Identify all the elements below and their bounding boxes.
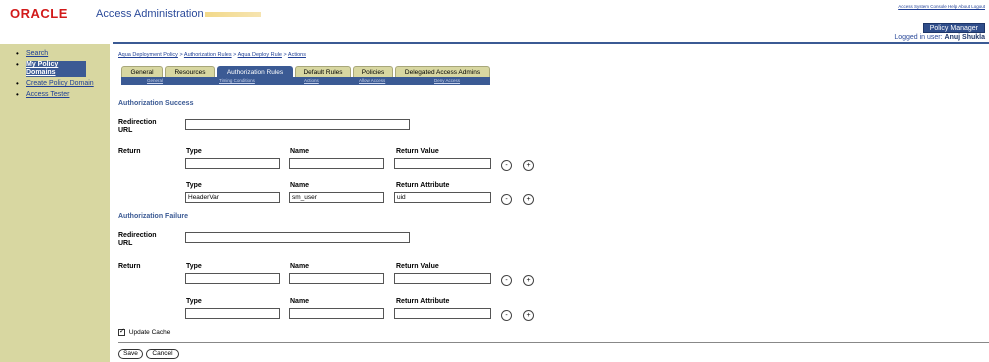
- title-decoration-bar: [205, 12, 261, 17]
- return-label: Return: [118, 263, 141, 270]
- type-label: Type: [186, 298, 202, 305]
- tab-authorization-rules[interactable]: Authorization Rules: [217, 66, 293, 77]
- name-label: Name: [290, 148, 310, 155]
- return-attribute-label: Return Attribute: [396, 298, 450, 305]
- authorization-failure-title: Authorization Failure: [118, 213, 188, 220]
- failure-attr-type-input[interactable]: [185, 308, 280, 319]
- bullet-icon: •: [16, 60, 19, 69]
- success-name-input[interactable]: [289, 158, 384, 169]
- subtab-bar: General Timing Conditions Actions Allow …: [121, 77, 490, 85]
- bullet-icon: •: [16, 79, 19, 88]
- update-cache-option[interactable]: Update Cache: [118, 327, 171, 337]
- breadcrumb-separator: >: [283, 52, 287, 58]
- breadcrumb-item[interactable]: Authorization Rules: [184, 52, 232, 58]
- breadcrumb: Aqua Deployment Policy > Authorization R…: [118, 52, 306, 58]
- sidebar-item-create-policy-domain[interactable]: • Create Policy Domain: [16, 80, 110, 88]
- main-content: Aqua Deployment Policy > Authorization R…: [113, 44, 989, 362]
- remove-row-button[interactable]: -: [501, 160, 512, 171]
- oracle-logo: ORACLE: [10, 6, 68, 21]
- failure-return-value-input[interactable]: [394, 273, 491, 284]
- remove-row-button[interactable]: -: [501, 194, 512, 205]
- sidebar-item-label[interactable]: My Policy Domains: [26, 61, 86, 77]
- breadcrumb-item[interactable]: Aqua Deploy Rule: [238, 52, 282, 58]
- tab-policies[interactable]: Policies: [353, 66, 393, 77]
- cancel-button[interactable]: Cancel: [146, 349, 179, 359]
- remove-row-button[interactable]: -: [501, 275, 512, 286]
- success-return-value-input[interactable]: [394, 158, 491, 169]
- return-attribute-label: Return Attribute: [396, 182, 450, 189]
- bullet-icon: •: [16, 49, 19, 58]
- tab-default-rules[interactable]: Default Rules: [295, 66, 351, 77]
- top-nav-links[interactable]: Access System Console Help About Logout: [898, 4, 985, 9]
- sidebar-item-label[interactable]: Access Tester: [26, 91, 69, 98]
- failure-attr-name-input[interactable]: [289, 308, 384, 319]
- add-row-button[interactable]: +: [523, 275, 534, 286]
- redirection-url-label: Redirection URL: [118, 232, 157, 247]
- remove-row-button[interactable]: -: [501, 310, 512, 321]
- failure-name-input[interactable]: [289, 273, 384, 284]
- subtab-timing-conditions[interactable]: Timing Conditions: [219, 77, 255, 85]
- breadcrumb-separator: >: [233, 52, 237, 58]
- return-value-label: Return Value: [396, 263, 439, 270]
- update-cache-label: Update Cache: [128, 329, 171, 337]
- success-return-attribute-input[interactable]: uid: [394, 192, 491, 203]
- logged-in-username: Anuj Shukla: [944, 34, 985, 41]
- name-label: Name: [290, 298, 310, 305]
- add-row-button[interactable]: +: [523, 310, 534, 321]
- success-redirection-url-input[interactable]: [185, 119, 410, 130]
- sidebar-item-access-tester[interactable]: • Access Tester: [16, 91, 110, 99]
- sidebar-item-search[interactable]: • Search: [16, 50, 110, 58]
- failure-redirection-url-input[interactable]: [185, 232, 410, 243]
- policy-manager-button[interactable]: Policy Manager: [922, 23, 985, 33]
- subtab-allow-access[interactable]: Allow Access: [359, 77, 385, 85]
- tab-resources[interactable]: Resources: [165, 66, 215, 77]
- sidebar-item-label[interactable]: Search: [26, 50, 48, 57]
- subtab-actions[interactable]: Actions: [304, 77, 319, 85]
- footer-divider: [118, 342, 989, 343]
- add-row-button[interactable]: +: [523, 160, 534, 171]
- return-label: Return: [118, 148, 141, 155]
- type-label: Type: [186, 263, 202, 270]
- app-title: Access Administration: [96, 8, 204, 20]
- tab-general[interactable]: General: [121, 66, 163, 77]
- sidebar-menu: • Search • My Policy Domains • Create Po…: [0, 44, 110, 99]
- add-row-button[interactable]: +: [523, 194, 534, 205]
- redirection-url-label: Redirection URL: [118, 119, 157, 134]
- save-button[interactable]: Save: [118, 349, 143, 359]
- sidebar-item-label[interactable]: Create Policy Domain: [26, 80, 94, 87]
- failure-return-attribute-input[interactable]: [394, 308, 491, 319]
- name-label: Name: [290, 182, 310, 189]
- bullet-icon: •: [16, 90, 19, 99]
- breadcrumb-item[interactable]: Aqua Deployment Policy: [118, 52, 178, 58]
- breadcrumb-separator: >: [179, 52, 183, 58]
- type-label: Type: [186, 148, 202, 155]
- success-attr-type-input[interactable]: HeaderVar: [185, 192, 280, 203]
- logged-in-prefix: Logged in user:: [894, 34, 943, 41]
- subtab-deny-access[interactable]: Deny Access: [434, 77, 460, 85]
- failure-type-input[interactable]: [185, 273, 280, 284]
- return-value-label: Return Value: [396, 148, 439, 155]
- subtab-general[interactable]: General: [147, 77, 163, 85]
- tab-delegated-access-admins[interactable]: Delegated Access Admins: [395, 66, 490, 77]
- logged-in-user: Logged in user: Anuj Shukla: [894, 34, 985, 41]
- header: ORACLE Access Administration Access Syst…: [0, 0, 989, 44]
- authorization-success-title: Authorization Success: [118, 100, 194, 107]
- type-label: Type: [186, 182, 202, 189]
- sidebar-item-my-policy-domains[interactable]: • My Policy Domains: [16, 61, 110, 77]
- sidebar: • Search • My Policy Domains • Create Po…: [0, 44, 110, 362]
- breadcrumb-item[interactable]: Actions: [288, 52, 306, 58]
- success-type-input[interactable]: [185, 158, 280, 169]
- success-attr-name-input[interactable]: sm_user: [289, 192, 384, 203]
- name-label: Name: [290, 263, 310, 270]
- update-cache-checkbox[interactable]: [118, 327, 125, 336]
